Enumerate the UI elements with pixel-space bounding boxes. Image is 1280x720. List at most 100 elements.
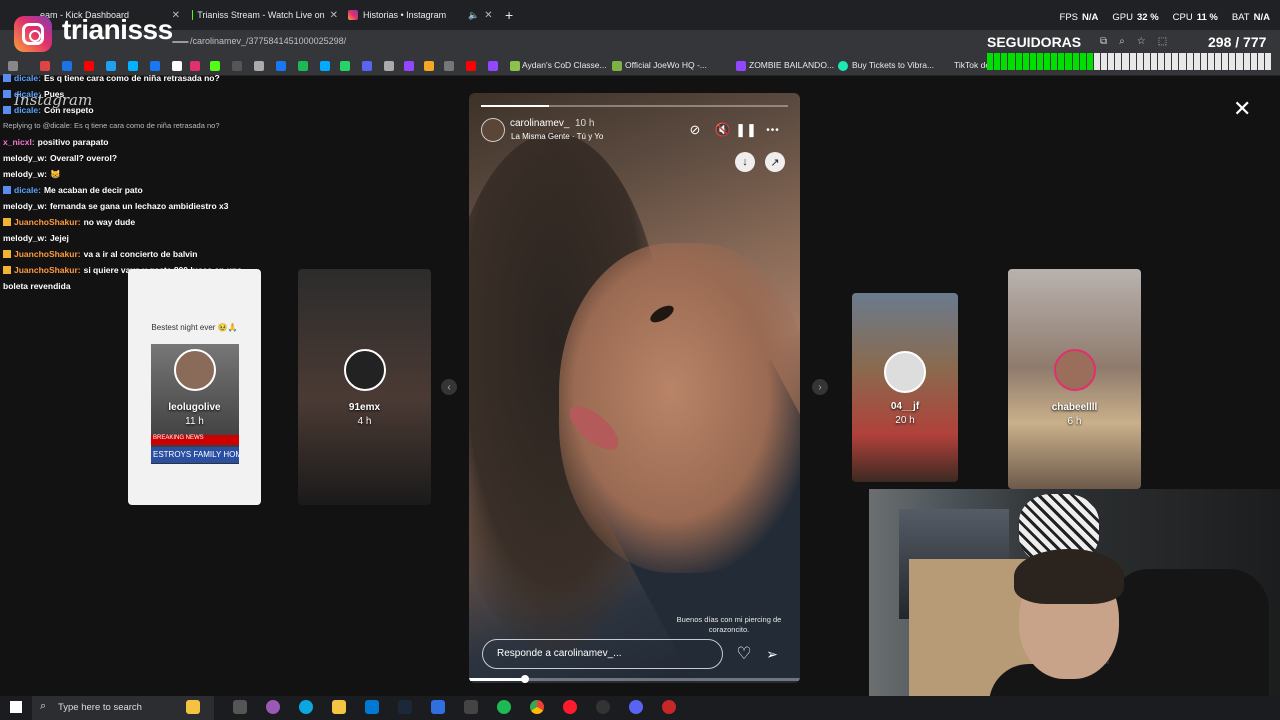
story-song[interactable]: La Misma Gente · Tú y Yo [511,132,603,141]
story-preview-leolugolive[interactable]: Bestest night ever 🥹🙏 BREAKING NEWS ESTR… [128,269,261,505]
story-preview-name: 04__jf [890,401,920,412]
tab-trianiss-stream[interactable]: Trianiss Stream - Watch Live on ✕ [192,4,338,26]
story-time: 10 h [575,118,595,129]
bookmark-aydan[interactable]: Aydan's CoD Classe... [522,60,607,70]
like-heart-icon[interactable]: ♡ [735,644,753,663]
bookmark-tiktok[interactable]: TikTok de [954,60,990,70]
goal-bar-segment [1257,53,1264,70]
bookmark-zombie[interactable]: ZOMBIE BAILANDO... [749,60,834,70]
app-icon[interactable] [464,700,478,714]
instagram-icon [348,10,358,20]
bookmark-icon[interactable] [384,61,394,71]
star-icon[interactable]: ☆ [1137,36,1146,47]
chat-username: melody_w: [3,169,47,179]
story-username[interactable]: carolinamev_ [510,118,569,129]
avatar [343,349,386,391]
zoom-icon[interactable]: ⌕ [1119,36,1125,47]
task-view-icon[interactable] [233,700,247,714]
bookmark-icon[interactable] [404,61,414,71]
badge-icon [3,250,11,258]
opera-icon[interactable] [563,700,577,714]
install-icon[interactable]: ⧉ [1100,36,1107,47]
followers-goal-bar [987,53,1271,70]
goal-bar-segment [1193,53,1200,70]
avatar [173,349,216,391]
chat-message: melody_w: 😸 [3,166,303,182]
bookmark-icon[interactable] [736,61,746,71]
share-icon[interactable]: ↗ [765,152,785,172]
story-preview-chabeellll[interactable]: chabeellll 6 h [1008,269,1141,489]
bookmark-icon[interactable] [510,61,520,71]
bookmark-icon[interactable] [838,61,848,71]
chat-username: melody_w: [3,233,47,243]
bookmark-icon[interactable] [612,61,622,71]
whatsapp-icon[interactable] [340,61,350,71]
streamer-name: trianisss_ [62,14,188,45]
close-tab-icon[interactable]: ✕ [330,10,338,21]
send-icon[interactable]: ➢ [763,645,781,663]
goal-bar-segment [1108,53,1115,70]
story-preview-04jf[interactable]: 04__jf 20 h [852,293,958,482]
chat-message: JuanchoShakur: va a ir al concierto de ba… [3,246,303,262]
windows-start-icon[interactable] [10,701,22,713]
story-viewer[interactable]: carolinamev_ 10 h La Misma Gente · Tú y … [469,93,800,683]
search-highlight-icon[interactable] [186,700,200,714]
goal-bar-segment [1243,53,1250,70]
bookmark-icon[interactable] [320,61,330,71]
pause-icon[interactable]: ❚❚ [735,121,757,139]
mute-icon[interactable]: 🔇 [714,121,732,139]
reply-input[interactable]: Responde a carolinamev_... [482,639,723,669]
video-scrubber-fill [469,678,526,681]
previous-story-button[interactable]: ‹ [441,379,457,395]
story-preview-91emx[interactable]: 91emx 4 h [298,269,431,505]
goal-bar-segment [994,53,1001,70]
goal-bar-segment [1229,53,1236,70]
goal-bar-segment [1072,53,1079,70]
goal-bar-segment [1079,53,1086,70]
story-preview-caption: Bestest night ever 🥹🙏 [151,323,238,332]
obs-icon[interactable] [596,700,610,714]
video-scrubber-handle[interactable] [521,675,530,683]
file-explorer-icon[interactable] [332,700,346,714]
goal-bar-segment [1215,53,1222,70]
steam-icon[interactable] [398,700,412,714]
close-tab-icon[interactable]: ✕ [484,10,492,21]
youtube-icon[interactable] [466,61,476,71]
chat-username: dicale: [14,185,41,195]
discord-icon[interactable] [362,61,372,71]
goal-bar-segment [1115,53,1122,70]
no-captions-icon[interactable]: ⊘ [686,121,704,139]
goal-bar-segment [1015,53,1022,70]
edge-icon[interactable] [299,700,313,714]
app-icon[interactable] [662,700,676,714]
goal-bar-segment [1143,53,1150,70]
story-preview-name: leolugolive [168,402,221,413]
chat-message: dicale: Me acaban de decir pato [3,182,303,198]
bookmark-joewo[interactable]: Official JoeWo HQ -... [625,60,707,70]
close-icon[interactable]: ✕ [1233,96,1251,122]
outlook-icon[interactable] [365,700,379,714]
goal-bar-segment [1044,53,1051,70]
twitch-icon[interactable] [488,61,498,71]
download-icon[interactable]: ↓ [735,152,755,172]
bookmark-vibra[interactable]: Buy Tickets to Vibra... [852,60,934,70]
video-scrubber[interactable] [469,675,800,683]
avatar[interactable] [481,118,505,142]
next-story-button[interactable]: › [812,379,828,395]
store-icon[interactable] [431,700,445,714]
more-options-icon[interactable]: ••• [764,121,782,139]
url-text[interactable]: /carolinamev_/3775841451000025298/ [190,36,346,46]
tab-instagram-stories[interactable]: Historias • Instagram 🔈 ✕ [348,4,494,26]
bookmark-icon[interactable] [424,61,434,71]
avatar [884,351,926,393]
bookmark-icon[interactable] [444,61,454,71]
story-progress-fill [481,105,549,107]
chrome-icon[interactable] [530,700,544,714]
new-tab-button[interactable]: + [505,4,519,26]
webcam-overlay [869,489,1280,720]
copilot-icon[interactable] [266,700,280,714]
extensions-icon[interactable]: ⬚ [1158,36,1167,47]
spotify-icon[interactable] [497,700,511,714]
stat-cpu: CPU 11 % [1172,12,1218,23]
discord-icon[interactable] [629,700,643,714]
